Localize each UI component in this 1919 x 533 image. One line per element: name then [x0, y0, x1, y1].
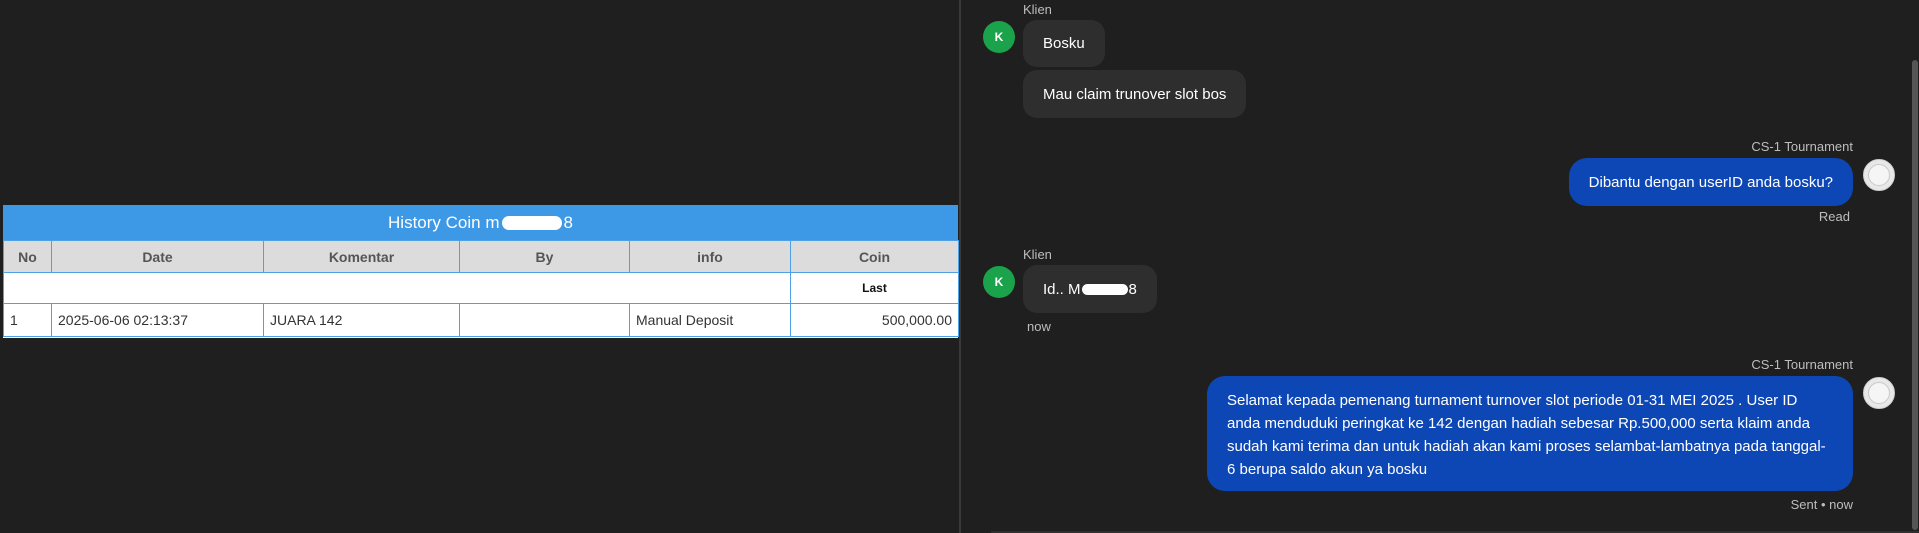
- table-row[interactable]: 1 2025-06-06 02:13:37 JUARA 142 Manual D…: [3, 303, 959, 337]
- avatar[interactable]: K: [983, 21, 1015, 53]
- sender-name: Klien: [1023, 2, 1052, 17]
- agent-avatar-icon: [1868, 164, 1890, 186]
- left-panel: History Coin m 8 No Date Komentar By inf…: [0, 0, 959, 533]
- cell-no: 1: [3, 303, 52, 337]
- incoming-message-bubble[interactable]: Bosku: [1023, 20, 1105, 67]
- chat-scrollbar[interactable]: [1912, 60, 1918, 530]
- sender-name: Klien: [1023, 247, 1052, 262]
- col-komentar[interactable]: Komentar: [263, 240, 460, 273]
- outgoing-message-bubble[interactable]: Selamat kepada pemenang turnament turnov…: [1207, 376, 1853, 491]
- col-no[interactable]: No: [3, 240, 52, 273]
- sent-status: Sent • now: [1790, 497, 1853, 512]
- cell-info: Manual Deposit: [629, 303, 791, 337]
- coin-last-label: Last: [790, 272, 959, 304]
- agent-avatar[interactable]: [1863, 377, 1895, 409]
- col-date[interactable]: Date: [51, 240, 264, 273]
- history-coin-table: History Coin m 8 No Date Komentar By inf…: [3, 205, 959, 338]
- agent-avatar-icon: [1868, 382, 1890, 404]
- history-title-suffix: 8: [563, 212, 573, 232]
- agent-avatar[interactable]: [1863, 159, 1895, 191]
- message-time: now: [1027, 319, 1051, 334]
- avatar[interactable]: K: [983, 266, 1015, 298]
- chat-panel: Klien K Bosku Mau claim trunover slot bo…: [961, 0, 1919, 533]
- col-coin[interactable]: Coin: [790, 240, 959, 273]
- cell-date: 2025-06-06 02:13:37: [51, 303, 264, 337]
- history-title-prefix: History Coin m: [388, 212, 500, 232]
- read-status: Read: [1818, 209, 1850, 224]
- redacted-username: [501, 215, 562, 230]
- history-grid: No Date Komentar By info Coin Last 1 202…: [3, 240, 959, 337]
- subheader-blank: [3, 272, 791, 304]
- incoming-message-bubble[interactable]: Id.. M 8: [1023, 265, 1157, 313]
- table-subheader-row: Last: [3, 272, 959, 304]
- col-info[interactable]: info: [629, 240, 791, 273]
- screen: History Coin m 8 No Date Komentar By inf…: [0, 0, 1919, 533]
- message-text-prefix: Id.. M: [1043, 280, 1081, 298]
- col-by[interactable]: By: [459, 240, 630, 273]
- history-table-title: History Coin m 8: [3, 205, 958, 240]
- redacted-userid: [1081, 283, 1128, 295]
- cell-by: [459, 303, 630, 337]
- table-header-row: No Date Komentar By info Coin: [3, 240, 959, 273]
- outgoing-message-bubble[interactable]: Dibantu dengan userID anda bosku?: [1568, 158, 1853, 206]
- message-text-suffix: 8: [1128, 280, 1137, 298]
- sender-name: CS-1 Tournament: [1751, 357, 1853, 372]
- sender-name: CS-1 Tournament: [1751, 139, 1853, 154]
- incoming-message-bubble[interactable]: Mau claim trunover slot bos: [1023, 70, 1247, 118]
- cell-coin: 500,000.00: [790, 303, 959, 337]
- cell-komentar: JUARA 142: [263, 303, 460, 337]
